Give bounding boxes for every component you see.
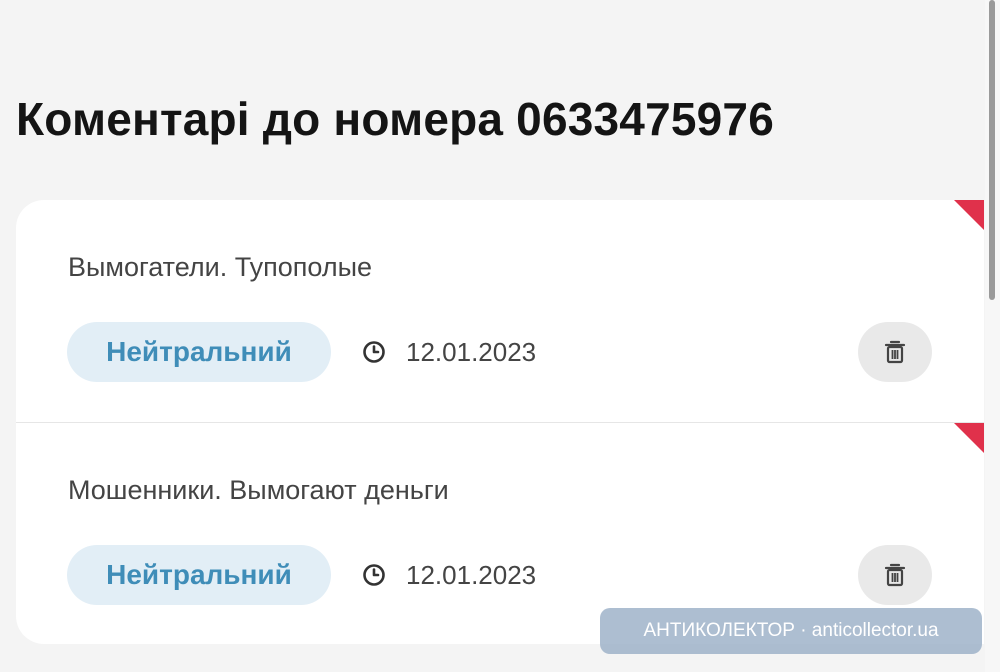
comment-item: Вымогатели. Тупополые Нейтральний 12.01.…	[16, 200, 984, 422]
rating-badge: Нейтральний	[67, 322, 331, 382]
date-text: 12.01.2023	[406, 336, 537, 367]
date-text: 12.01.2023	[406, 559, 537, 590]
watermark: АНТИКОЛЕКТОР · anticollector.ua	[600, 608, 982, 654]
comment-date: 12.01.2023	[362, 545, 536, 605]
comments-list: Вымогатели. Тупополые Нейтральний 12.01.…	[16, 200, 984, 644]
scrollbar-thumb[interactable]	[989, 0, 995, 300]
comment-flag	[954, 423, 984, 453]
delete-button[interactable]	[858, 545, 932, 605]
comment-date: 12.01.2023	[362, 322, 536, 382]
comment-text: Мошенники. Вымогают деньги	[68, 475, 449, 505]
comment-flag	[954, 200, 984, 230]
scrollbar[interactable]	[985, 0, 1000, 672]
trash-icon	[884, 340, 906, 364]
delete-button[interactable]	[858, 322, 932, 382]
page-title: Коментарі до номера 0633475976	[16, 93, 774, 145]
clock-icon	[363, 341, 385, 363]
rating-badge: Нейтральний	[67, 545, 331, 605]
comment-text: Вымогатели. Тупополые	[68, 252, 373, 282]
trash-icon	[884, 563, 906, 587]
clock-icon	[363, 564, 385, 586]
